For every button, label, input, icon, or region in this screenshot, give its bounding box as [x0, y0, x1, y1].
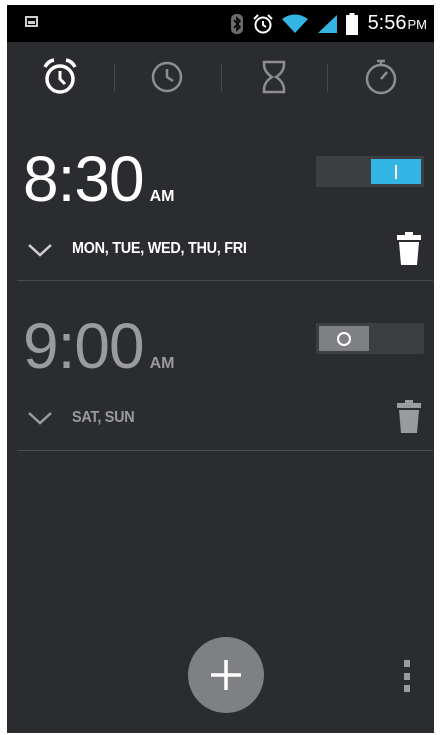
overflow-dot	[404, 685, 410, 692]
alarm-repeat-days[interactable]: MON, TUE, WED, THU, FRI	[72, 240, 247, 258]
clock-icon	[151, 61, 183, 93]
tab-alarm[interactable]	[7, 42, 114, 112]
tab-timer[interactable]	[220, 42, 328, 112]
alarm-time[interactable]: 8:30 AM	[23, 147, 174, 211]
chevron-down-icon[interactable]	[27, 243, 53, 257]
signal-icon	[317, 14, 337, 33]
trash-icon[interactable]	[397, 400, 421, 433]
status-clock: 5:56PM	[367, 12, 427, 34]
hourglass-icon	[262, 60, 286, 94]
toggle-knob	[319, 326, 369, 351]
toggle-knob	[371, 159, 421, 184]
alarm-toggle[interactable]	[316, 323, 424, 354]
battery-icon	[345, 12, 358, 35]
alarm-item[interactable]: 9:00 AM SAT, SUN	[7, 281, 434, 451]
add-alarm-button[interactable]	[188, 637, 264, 713]
alarm-repeat-days[interactable]: SAT, SUN	[72, 409, 135, 427]
status-icons: 5:56PM	[230, 5, 427, 42]
divider	[17, 450, 433, 451]
clock-app-screen: 5:56PM 8:30 AM MON, TUE, WED, THU, FRI 9…	[7, 5, 434, 733]
stopwatch-icon	[365, 59, 396, 95]
alarm-toggle[interactable]	[316, 156, 424, 187]
status-bar: 5:56PM	[7, 5, 434, 42]
tab-bar	[7, 42, 434, 112]
overflow-dot	[404, 672, 410, 680]
wifi-icon	[281, 14, 308, 33]
chevron-down-icon[interactable]	[27, 411, 53, 425]
overflow-menu-button[interactable]	[401, 660, 413, 692]
bluetooth-icon	[230, 13, 243, 34]
alarm-icon	[252, 13, 273, 33]
alarm-clock-icon	[43, 58, 77, 94]
alarm-item[interactable]: 8:30 AM MON, TUE, WED, THU, FRI	[7, 112, 434, 281]
overflow-dot	[404, 660, 410, 667]
plus-icon	[211, 660, 241, 690]
trash-icon[interactable]	[397, 232, 421, 265]
alarm-time[interactable]: 9:00 AM	[23, 314, 174, 378]
screenshot-icon	[25, 16, 38, 27]
tab-clock[interactable]	[113, 42, 221, 112]
tab-stopwatch[interactable]	[327, 42, 434, 112]
